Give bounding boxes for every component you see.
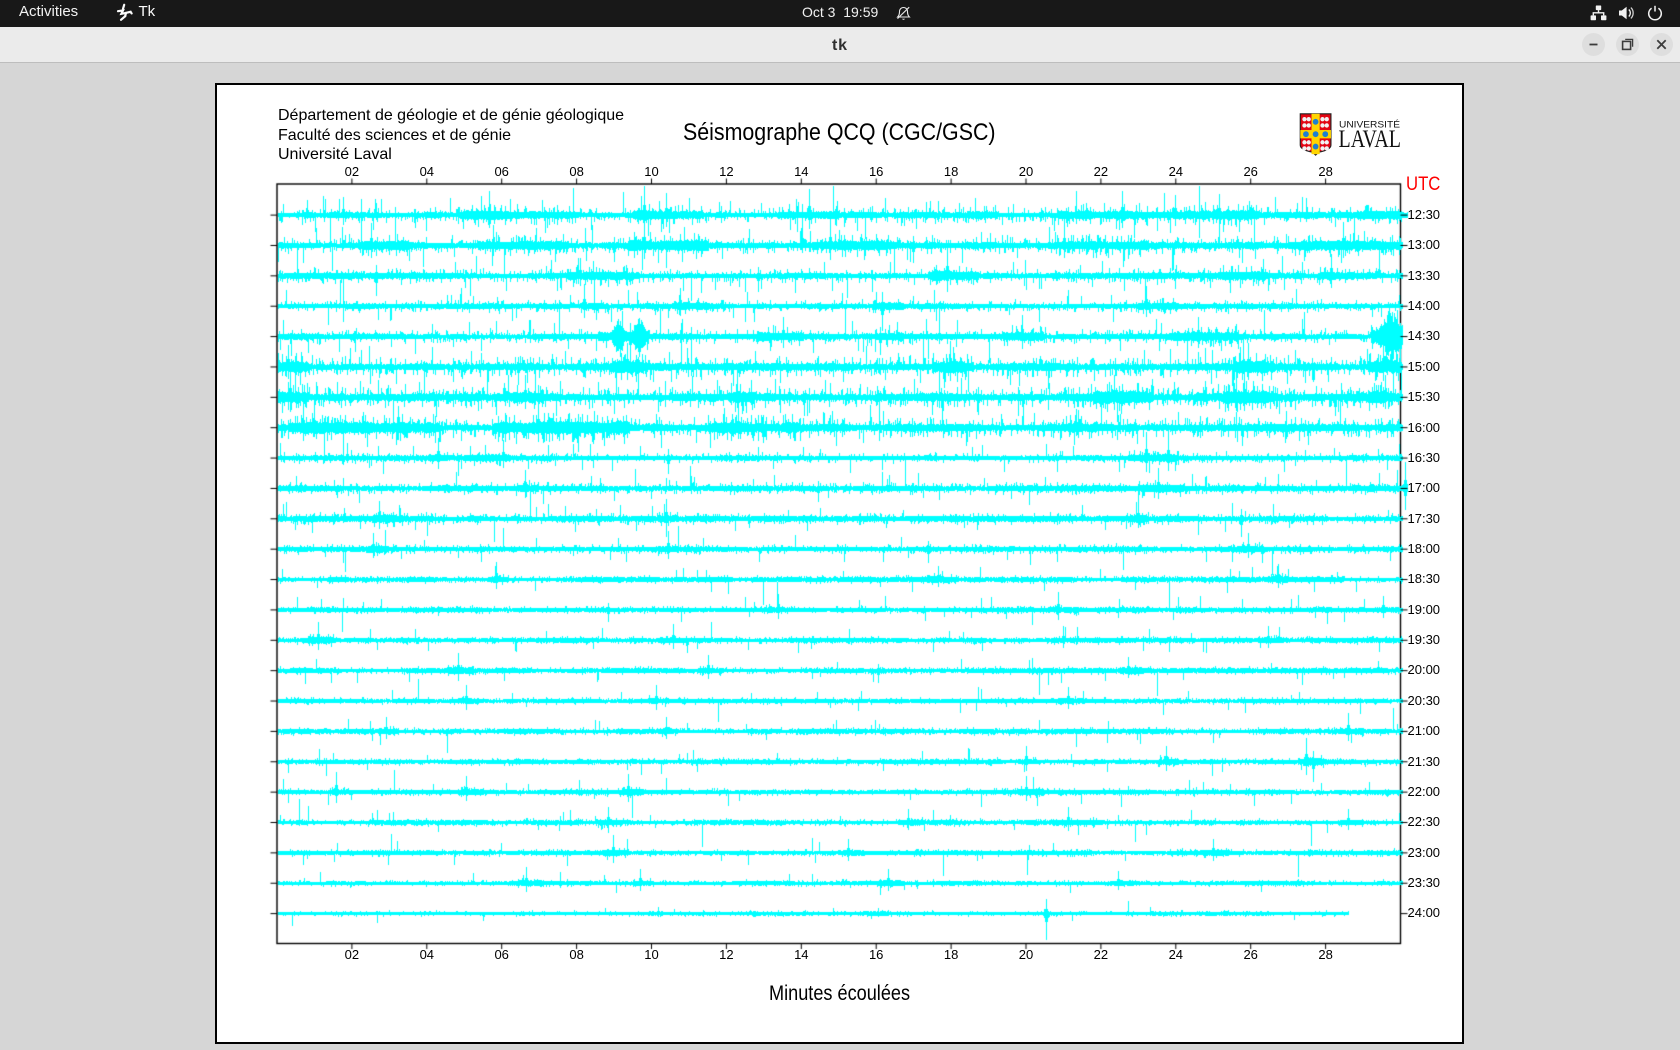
svg-text:LAVAL: LAVAL [1339, 126, 1402, 153]
